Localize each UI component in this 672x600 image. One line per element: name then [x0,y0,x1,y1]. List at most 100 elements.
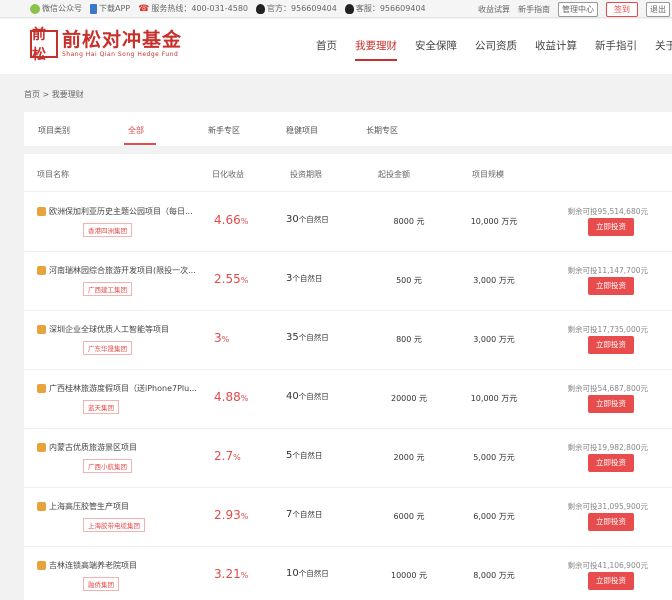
beginner-guide-link[interactable]: 新手指南 [518,4,550,15]
tab-long-term[interactable]: 长期专区 [366,125,398,136]
telephone-icon: ☎ [138,3,150,14]
table-row[interactable]: 吉林连锁高端养老院项目 融侨集团 3.21% 10个自然日 10000 元 8,000 万… [24,547,672,600]
min-investment: 20000 元 [391,394,427,403]
logo-title: 前松对冲基金 [62,29,183,51]
project-icon [37,266,46,275]
remaining-amount: 剩余可投19,982,800元 [567,443,648,452]
project-name[interactable]: 河南瑞林园综合旅游开发项目(限投一次... [37,265,196,276]
invest-term: 35个自然日 [286,332,329,343]
project-icon [37,384,46,393]
nav-calculator[interactable]: 收益计算 [535,38,577,61]
invest-button[interactable]: 立即投资 [588,395,634,413]
sign-in-button[interactable]: 签到 [606,2,638,17]
category-filter: 项目类别 全部 新手专区 稳健项目 长期专区 [24,112,672,146]
guarantor-tag: 广西小航集团 [83,459,132,473]
tab-stable[interactable]: 稳健项目 [286,125,318,136]
project-name[interactable]: 欧洲保加利亚历史主题公园项目（每日... [37,206,193,217]
remaining-amount: 剩余可投41,106,900元 [567,561,648,570]
invest-button[interactable]: 立即投资 [588,572,634,590]
project-icon [37,502,46,511]
invest-button[interactable]: 立即投资 [588,454,634,472]
project-icon [37,325,46,334]
nav-home[interactable]: 首页 [316,38,337,61]
phone-icon [90,3,97,14]
header: 前松 前松对冲基金 Shang Hai Qian Song Hedge Fund… [0,19,672,74]
profit-calc-link[interactable]: 收益试算 [478,4,510,15]
project-scale: 8,000 万元 [473,571,515,580]
logo[interactable]: 前松 前松对冲基金 Shang Hai Qian Song Hedge Fund [30,27,183,63]
tab-newbie[interactable]: 新手专区 [208,125,240,136]
guarantor-tag: 广东华晟集团 [83,341,132,355]
guarantor-tag: 融侨集团 [83,577,119,591]
qq-icon [344,3,354,14]
project-name[interactable]: 广西桂林旅游度假项目（送iPhone7Plu... [37,383,197,394]
qq-icon [256,3,266,14]
remaining-amount: 剩余可投17,735,000元 [567,325,648,334]
nav-invest[interactable]: 我要理财 [355,38,397,61]
min-investment: 800 元 [396,335,422,344]
nav-guide[interactable]: 新手指引 [595,38,637,61]
daily-rate: 3.21% [214,567,249,581]
logout-button[interactable]: 退出 [646,2,670,17]
project-scale: 10,000 万元 [470,394,518,403]
remaining-amount: 剩余可投95,514,680元 [567,207,648,216]
guarantor-tag: 广西建工集团 [83,282,132,296]
hotline: ☎ 服务热线：400-031-4580 [138,3,249,14]
invest-term: 40个自然日 [286,391,329,402]
wechat-icon [30,3,40,14]
table-row[interactable]: 上海高压胶管生产项目 上海胶带电缆集团 2.93% 7个自然日 6000 元 6,000 … [24,488,672,547]
wechat-link[interactable]: 微信公众号 [30,3,82,14]
min-investment: 6000 元 [393,512,425,521]
project-scale: 6,000 万元 [473,512,515,521]
min-investment: 8000 元 [393,217,425,226]
col-min: 起投金额 [378,170,410,179]
tab-all[interactable]: 全部 [128,125,144,136]
guarantor-tag: 上海胶带电缆集团 [83,518,145,532]
invest-term: 30个自然日 [286,214,329,225]
invest-button[interactable]: 立即投资 [588,277,634,295]
daily-rate: 4.66% [214,213,249,227]
main-nav: 首页 我要理财 安全保障 公司资质 收益计算 新手指引 关于我们 [316,38,672,61]
daily-rate: 3% [214,331,230,345]
col-term: 投资期限 [290,170,322,179]
table-row[interactable]: 深圳企业全球优质人工智能等项目广东华晟集团 3% 35个自然日 800 元 3,000 … [24,311,672,370]
table-row[interactable]: 河南瑞林园综合旅游开发项目(限投一次... 广西建工集团 2.55% 3个自然日 500… [24,252,672,311]
remaining-amount: 剩余可投31,095,900元 [567,502,648,511]
invest-button[interactable]: 立即投资 [588,513,634,531]
project-icon [37,443,46,452]
nav-qualification[interactable]: 公司资质 [475,38,517,61]
official-qq[interactable]: 官方：956609404 [256,3,337,14]
project-scale: 3,000 万元 [473,335,515,344]
table-row[interactable]: 欧洲保加利亚历史主题公园项目（每日... 香港四洲集团 4.66% 30个自然日 800… [24,193,672,252]
category-label: 项目类别 [38,126,70,135]
col-scale: 项目规模 [472,170,504,179]
project-name[interactable]: 上海高压胶管生产项目 [37,501,129,512]
remaining-amount: 剩余可投11,147,700元 [567,266,648,275]
project-scale: 5,000 万元 [473,453,515,462]
project-scale: 10,000 万元 [470,217,518,226]
manage-center-button[interactable]: 管理中心 [558,2,598,17]
logo-mark: 前松 [30,27,58,63]
project-icon [37,561,46,570]
project-scale: 3,000 万元 [473,276,515,285]
nav-about[interactable]: 关于我们 [655,38,672,61]
download-app-link[interactable]: 下载APP [90,3,130,14]
invest-button[interactable]: 立即投资 [588,336,634,354]
invest-button[interactable]: 立即投资 [588,218,634,236]
project-name[interactable]: 吉林连锁高端养老院项目 [37,560,137,571]
project-name[interactable]: 深圳企业全球优质人工智能等项目 [37,324,169,335]
table-row[interactable]: 内蒙古优质旅游景区项目 广西小航集团 2.7% 5个自然日 2000 元 5,000 万元… [24,429,672,488]
logo-subtitle: Shang Hai Qian Song Hedge Fund [62,51,179,58]
table-row[interactable]: 广西桂林旅游度假项目（送iPhone7Plu... 蓝天集团 4.88% 40个自然日… [24,370,672,429]
project-table: 项目名称 日化收益 投资期限 起投金额 项目规模 欧洲保加利亚历史主题公园项目（… [24,154,672,600]
project-name[interactable]: 内蒙古优质旅游景区项目 [37,442,137,453]
guarantor-tag: 香港四洲集团 [83,223,132,237]
min-investment: 2000 元 [393,453,425,462]
service-qq[interactable]: 客服：956609404 [344,3,426,14]
invest-term: 10个自然日 [286,568,329,579]
nav-security[interactable]: 安全保障 [415,38,457,61]
col-name: 项目名称 [37,170,69,179]
project-icon [37,207,46,216]
breadcrumb[interactable]: 首页 > 我要理财 [24,89,84,100]
remaining-amount: 剩余可投54,687,800元 [567,384,648,393]
